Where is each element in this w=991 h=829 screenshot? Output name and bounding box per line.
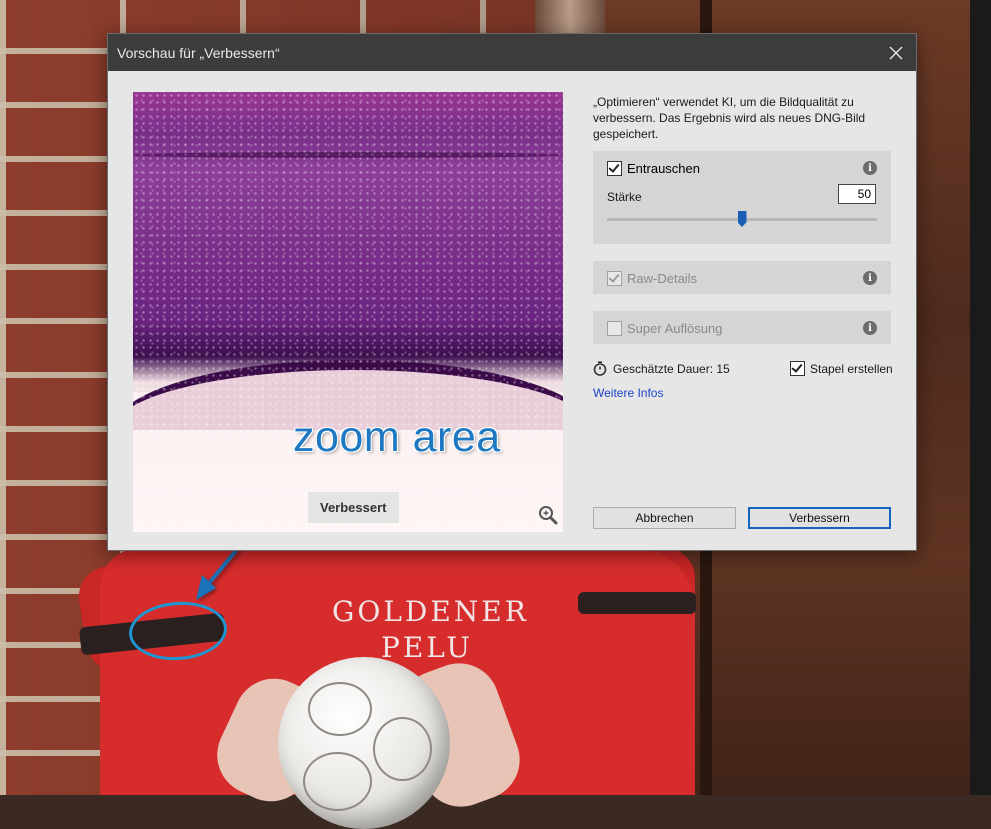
create-stack-option[interactable]: Stapel erstellen bbox=[790, 361, 893, 376]
create-stack-label: Stapel erstellen bbox=[810, 361, 893, 376]
super-resolution-label: Super Auflösung bbox=[627, 321, 723, 336]
raw-details-label: Raw-Details bbox=[627, 271, 698, 286]
preview-image[interactable]: Verbessert bbox=[133, 92, 563, 532]
super-resolution-checkbox[interactable] bbox=[607, 321, 622, 336]
raw-details-checkbox[interactable] bbox=[607, 271, 622, 286]
denoise-option[interactable]: Entrauschen bbox=[607, 161, 700, 176]
annotation-label: zoom area bbox=[293, 413, 501, 461]
stopwatch-icon bbox=[593, 361, 607, 376]
super-resolution-panel: Super Auflösung i bbox=[593, 311, 891, 344]
estimated-duration: Geschätzte Dauer: 15 bbox=[593, 361, 730, 376]
right-sleeve-band bbox=[578, 592, 696, 614]
duration-text: Geschätzte Dauer: 15 bbox=[613, 361, 730, 376]
enhance-button[interactable]: Verbessern bbox=[748, 507, 891, 529]
dialog-title: Vorschau für „Verbessern“ bbox=[117, 44, 280, 61]
create-stack-checkbox[interactable] bbox=[790, 361, 805, 376]
strength-slider-thumb[interactable] bbox=[737, 211, 747, 227]
close-button[interactable] bbox=[882, 39, 910, 67]
shirt-print: GOLDENER PELU bbox=[332, 594, 529, 666]
denoise-label: Entrauschen bbox=[627, 161, 700, 176]
info-icon[interactable]: i bbox=[863, 161, 877, 175]
shirt-print-line1: GOLDENER bbox=[332, 595, 529, 628]
strength-label: Stärke bbox=[607, 190, 642, 204]
strength-input[interactable]: 50 bbox=[838, 184, 876, 204]
screen-edge bbox=[970, 0, 991, 795]
super-resolution-option[interactable]: Super Auflösung bbox=[607, 321, 722, 336]
ball-panel bbox=[373, 717, 432, 781]
more-info-link[interactable]: Weitere Infos bbox=[593, 386, 663, 400]
info-icon[interactable]: i bbox=[863, 271, 877, 285]
magnifier-icon[interactable] bbox=[537, 504, 559, 526]
ball-panel bbox=[303, 752, 372, 811]
dialog-titlebar: Vorschau für „Verbessern“ bbox=[108, 34, 916, 71]
cancel-button[interactable]: Abbrechen bbox=[593, 507, 736, 529]
enhance-preview-dialog: Vorschau für „Verbessern“ Verbessert zoo… bbox=[107, 33, 917, 551]
preview-noise bbox=[133, 92, 563, 532]
raw-details-panel: Raw-Details i bbox=[593, 261, 891, 294]
denoise-checkbox[interactable] bbox=[607, 161, 622, 176]
football bbox=[278, 657, 450, 829]
intro-text: „Optimieren“ verwendet KI, um die Bildqu… bbox=[593, 95, 866, 141]
info-icon[interactable]: i bbox=[863, 321, 877, 335]
raw-details-option[interactable]: Raw-Details bbox=[607, 271, 697, 286]
preview-state-label[interactable]: Verbessert bbox=[308, 492, 399, 523]
denoise-panel: Entrauschen i Stärke 50 bbox=[593, 151, 891, 244]
ball-panel bbox=[308, 682, 372, 736]
close-icon bbox=[889, 46, 903, 60]
